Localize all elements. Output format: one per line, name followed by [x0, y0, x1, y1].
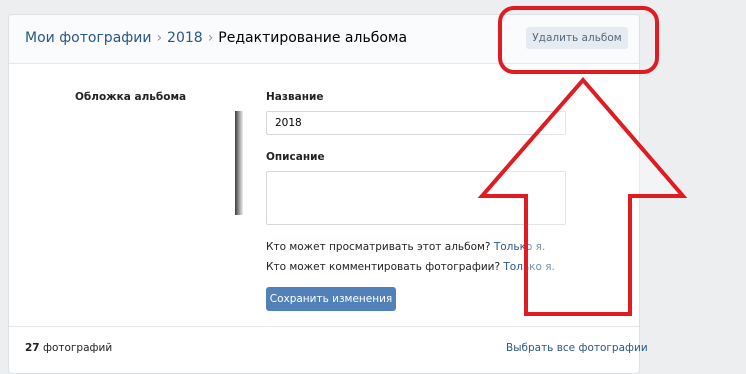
- chevron-right-icon: ›: [207, 30, 214, 46]
- view-privacy-row: Кто может просматривать этот альбом? Тол…: [266, 241, 545, 253]
- save-changes-button[interactable]: Сохранить изменения: [266, 287, 396, 311]
- page-header: Мои фотографии › 2018 › Редактирование альбо…: [9, 15, 639, 64]
- album-edit-card: Мои фотографии › 2018 › Редактирование альбо…: [8, 14, 648, 374]
- breadcrumb: Мои фотографии › 2018 › Редактирование альбо…: [25, 30, 407, 46]
- description-label: Описание: [266, 151, 325, 163]
- comment-privacy-link[interactable]: Только я.: [503, 261, 555, 273]
- album-description-textarea[interactable]: [266, 171, 566, 225]
- view-privacy-link[interactable]: Только я.: [494, 241, 546, 253]
- page-title: Редактирование альбома: [218, 30, 408, 46]
- comment-privacy-question: Кто может комментировать фотографии?: [266, 261, 501, 273]
- breadcrumb-my-photos[interactable]: Мои фотографии: [25, 30, 151, 46]
- select-all-photos-link[interactable]: Выбрать все фотографии: [506, 342, 648, 354]
- view-privacy-question: Кто может просматривать этот альбом?: [266, 241, 491, 253]
- photo-count: 27 фотографий: [25, 342, 112, 354]
- cover-label: Обложка альбома: [75, 91, 187, 103]
- delete-album-button[interactable]: Удалить альбом: [526, 27, 628, 49]
- photo-count-number: 27: [25, 342, 40, 354]
- comment-privacy-row: Кто может комментировать фотографии? Тол…: [266, 261, 555, 273]
- name-label: Название: [266, 91, 324, 103]
- chevron-right-icon: ›: [156, 30, 163, 46]
- divider: [9, 326, 639, 327]
- album-cover-image[interactable]: [235, 111, 243, 215]
- album-name-input[interactable]: 2018: [266, 111, 566, 135]
- photo-count-label: фотографий: [42, 342, 113, 354]
- breadcrumb-album-2018[interactable]: 2018: [167, 30, 203, 46]
